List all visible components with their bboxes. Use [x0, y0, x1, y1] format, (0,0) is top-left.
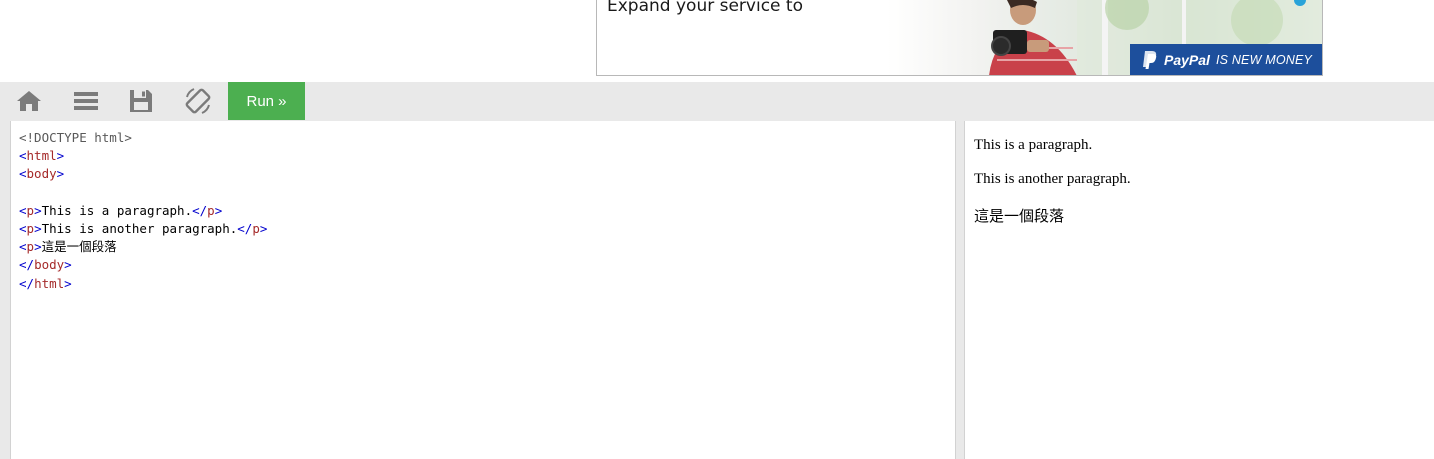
home-button[interactable] [1, 82, 57, 120]
code-tag-name: html [34, 275, 65, 291]
menu-button[interactable] [58, 82, 114, 120]
code-editor[interactable]: <!DOCTYPE html> <html> <body> <p>This is… [10, 121, 956, 459]
code-bracket: </ [19, 275, 35, 291]
code-line: <p>這是一個段落 [19, 239, 117, 254]
code-bracket: > [34, 202, 42, 218]
code-text-content: This is a paragraph. [41, 202, 193, 218]
ad-banner[interactable]: Expand your service to PayPal IS NEW MON… [596, 0, 1323, 76]
code-bracket: </ [237, 221, 253, 237]
code-line: <p>This is another paragraph.</p> [19, 221, 267, 236]
code-tag-name: html [26, 148, 57, 164]
save-button[interactable] [113, 82, 169, 120]
code-bracket: > [64, 275, 72, 291]
code-bracket: </ [19, 257, 35, 273]
panel-divider[interactable] [956, 121, 964, 459]
code-tag-name: p [207, 202, 215, 218]
code-line: <!DOCTYPE html> [19, 130, 132, 145]
result-paragraph: 這是一個段落 [974, 209, 1065, 225]
code-bracket: < [19, 239, 27, 255]
code-tag-name: p [26, 202, 35, 218]
result-frame: This is a paragraph. This is another par… [964, 121, 1434, 459]
code-tag-name: p [26, 221, 35, 237]
home-icon [17, 91, 41, 111]
code-bracket: > [56, 166, 65, 182]
result-paragraph: This is a paragraph. [974, 137, 1093, 153]
editor-toolbar: Run » [0, 82, 1434, 120]
code-tag-name: p [252, 221, 260, 237]
code-line: <html> [19, 148, 64, 163]
menu-icon [74, 92, 98, 110]
code-text-content: 這是一個段落 [41, 239, 117, 255]
code-text[interactable]: <!DOCTYPE html> <html> <body> <p>This is… [19, 129, 267, 293]
workspace: <!DOCTYPE html> <html> <body> <p>This is… [0, 120, 1434, 459]
code-text-content: This is another paragraph. [41, 221, 238, 237]
code-tag-name: body [26, 166, 57, 182]
run-button[interactable]: Run » [228, 82, 305, 120]
code-bracket: > [214, 202, 223, 218]
code-line: </html> [19, 276, 72, 291]
result-paragraph: This is another paragraph. [974, 171, 1131, 187]
code-bracket: < [19, 221, 27, 237]
save-icon [130, 90, 152, 112]
paypal-banner[interactable]: PayPal IS NEW MONEY [1130, 44, 1322, 75]
code-tag-name: p [26, 239, 35, 255]
paypal-brand: PayPal [1164, 52, 1210, 68]
code-bracket: > [34, 221, 42, 237]
code-line: <p>This is a paragraph.</p> [19, 203, 222, 218]
code-line: </body> [19, 257, 72, 272]
rotate-icon [185, 88, 211, 114]
paypal-logo-icon [1143, 51, 1157, 69]
code-bracket: </ [192, 202, 208, 218]
code-bracket: > [64, 257, 72, 273]
code-bracket: < [19, 202, 27, 218]
code-bracket: < [19, 148, 27, 164]
code-bracket: > [259, 221, 268, 237]
code-bracket: > [56, 148, 65, 164]
ad-headline: Expand your service to [607, 0, 803, 16]
code-doctype: <!DOCTYPE html> [19, 130, 132, 145]
rotate-button[interactable] [170, 82, 226, 120]
code-bracket: < [19, 166, 27, 182]
code-bracket: > [34, 239, 42, 255]
paypal-tagline: IS NEW MONEY [1215, 53, 1313, 67]
code-tag-name: body [34, 257, 65, 273]
code-line: <body> [19, 166, 64, 181]
